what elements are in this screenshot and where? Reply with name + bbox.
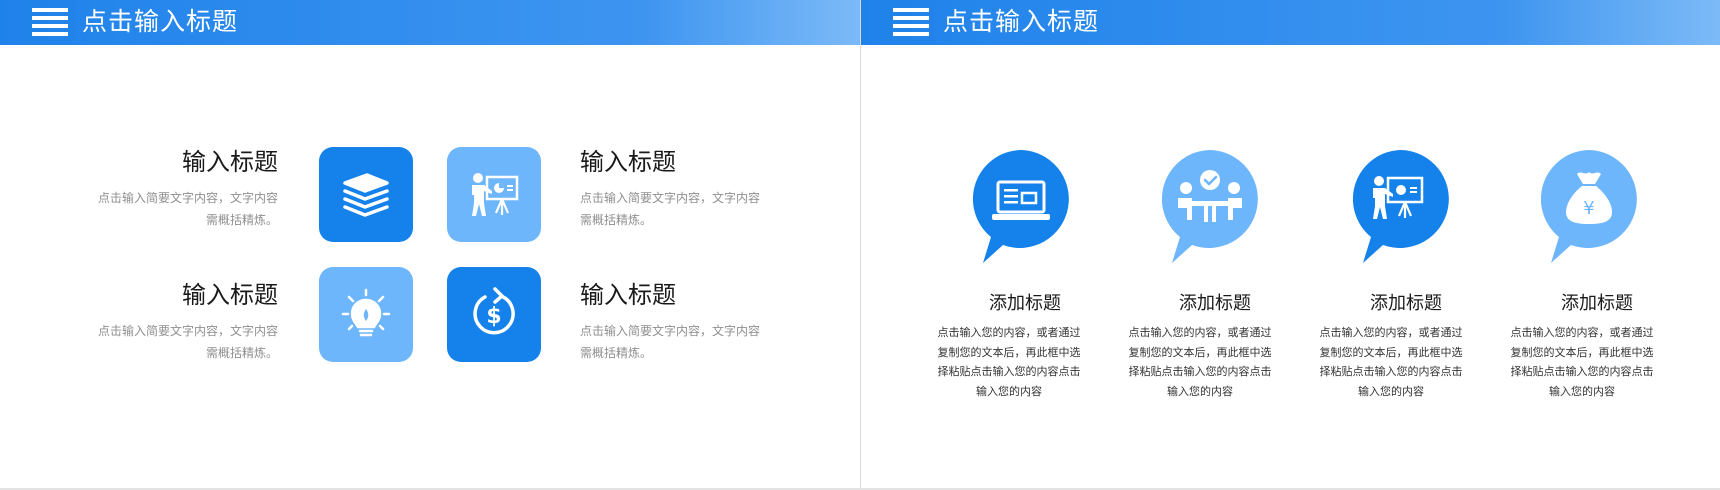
header-title: 点击输入标题 — [943, 7, 1100, 36]
item-title: 输入标题 — [580, 148, 676, 176]
slide-right: 点击输入标题 ¥ 添加标题 点击输入您的内容，或者通过复制您的文本后，再此框中选… — [861, 0, 1720, 490]
column-title: 添加标题 — [1179, 293, 1251, 314]
item-desc: 点击输入简要文字内容，文字内容需概括精炼。 — [98, 324, 279, 360]
menu-icon — [893, 8, 929, 36]
item-desc: 点击输入简要文字内容，文字内容需概括精炼。 — [580, 191, 761, 227]
lightbulb-icon-tile — [319, 267, 413, 362]
stack-icon-tile — [319, 147, 413, 242]
dollar-cycle-icon: $ — [473, 287, 515, 335]
item-title: 输入标题 — [580, 281, 676, 309]
money-bag-icon: ¥ — [1540, 150, 1637, 263]
column-title: 添加标题 — [989, 293, 1061, 314]
header-title: 点击输入标题 — [82, 7, 239, 36]
menu-icon — [32, 8, 68, 36]
lightbulb-icon — [341, 288, 391, 337]
column-title: 添加标题 — [1561, 293, 1633, 314]
column-desc: 点击输入您的内容，或者通过复制您的文本后，再此框中选择粘贴点击输入您的内容点击输… — [1319, 326, 1463, 398]
column-desc: 点击输入您的内容，或者通过复制您的文本后，再此框中选择粘贴点击输入您的内容点击输… — [937, 326, 1081, 398]
money-bag-icon-bubble: ¥ — [1534, 148, 1644, 268]
slide-left: 点击输入标题 输入标题 点击输入简要文字内容，文字内容需概括精炼。 输入标题 点… — [0, 0, 860, 490]
presenter-icon — [472, 173, 519, 216]
svg-text:$: $ — [486, 304, 501, 329]
item-desc: 点击输入简要文字内容，文字内容需概括精炼。 — [580, 324, 761, 360]
item-title: 输入标题 — [182, 148, 278, 176]
item-title: 输入标题 — [182, 281, 278, 309]
presenter-icon-tile — [447, 147, 541, 242]
column-title: 添加标题 — [1370, 293, 1442, 314]
stack-icon — [343, 173, 389, 217]
meeting-icon — [1161, 150, 1258, 263]
presenter-icon-bubble — [1346, 148, 1456, 268]
item-desc: 点击输入简要文字内容，文字内容需概括精炼。 — [98, 191, 279, 227]
yen-symbol: ¥ — [1583, 198, 1594, 219]
header-bar: 点击输入标题 — [861, 0, 1720, 45]
presenter-icon — [1352, 150, 1449, 263]
dollar-cycle-icon-tile: $ — [447, 267, 541, 362]
laptop-icon-bubble — [966, 148, 1076, 268]
column-desc: 点击输入您的内容，或者通过复制您的文本后，再此框中选择粘贴点击输入您的内容点击输… — [1128, 326, 1272, 398]
meeting-icon-bubble — [1155, 148, 1265, 268]
laptop-icon — [972, 150, 1069, 263]
header-bar: 点击输入标题 — [0, 0, 860, 45]
column-desc: 点击输入您的内容，或者通过复制您的文本后，再此框中选择粘贴点击输入您的内容点击输… — [1510, 326, 1654, 398]
